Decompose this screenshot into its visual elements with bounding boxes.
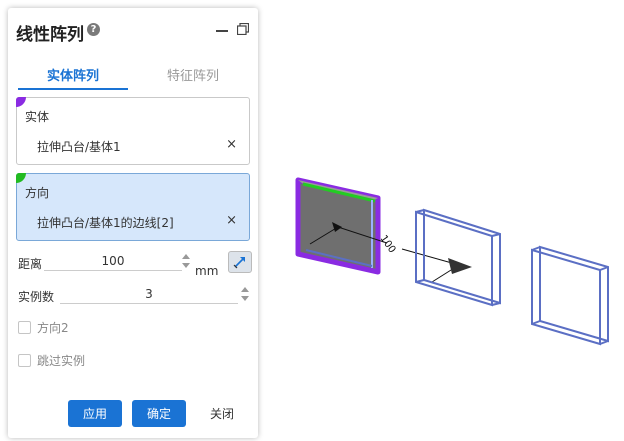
reverse-arrow-icon (233, 257, 245, 269)
bodies-label: 实体 (25, 110, 50, 124)
pattern-instance-preview (415, 208, 501, 307)
instances-stepper[interactable] (240, 285, 250, 303)
bodies-color-marker (16, 97, 26, 107)
remove-body-button[interactable]: × (226, 137, 237, 152)
direction-color-marker (16, 173, 26, 183)
ok-button[interactable]: 确定 (132, 400, 186, 427)
distance-unit: mm (195, 264, 219, 278)
instances-label: 实例数 (18, 290, 55, 304)
direction-selected-item[interactable]: 拉伸凸台/基体1的边线[2] (37, 214, 174, 231)
bodies-selected-item[interactable]: 拉伸凸台/基体1 (37, 138, 121, 155)
instances-input[interactable] (60, 285, 238, 304)
panel-title: 线性阵列 (16, 25, 84, 45)
direction-arrow-icon[interactable] (448, 258, 472, 274)
skip-instances-label: 跳过实例 (37, 354, 86, 368)
pattern-instance-preview (531, 245, 609, 346)
direction2-checkbox[interactable] (18, 321, 31, 334)
reverse-direction-button[interactable] (228, 251, 252, 273)
distance-label: 距离 (18, 257, 43, 271)
linear-pattern-panel: 线性阵列 ? 实体阵列 特征阵列 实体 拉伸凸台/基体1 × 方向 拉伸凸台/基… (8, 8, 258, 438)
close-button[interactable]: 关闭 (195, 400, 249, 427)
minimize-icon[interactable] (216, 30, 228, 32)
bodies-selection-box[interactable]: 实体 拉伸凸台/基体1 × (16, 97, 250, 165)
active-tab-indicator (18, 88, 128, 90)
restore-window-icon[interactable] (237, 23, 249, 35)
remove-direction-button[interactable]: × (226, 213, 237, 228)
direction-label: 方向 (25, 186, 50, 200)
tab-feature-pattern[interactable]: 特征阵列 (138, 65, 248, 84)
skip-instances-checkbox[interactable] (18, 354, 31, 367)
distance-input[interactable] (44, 252, 182, 271)
distance-stepper[interactable] (181, 252, 191, 270)
dimension-label: 100 (378, 233, 398, 255)
apply-button[interactable]: 应用 (68, 400, 122, 427)
3d-viewport[interactable]: 100 (262, 0, 624, 441)
direction-selection-box[interactable]: 方向 拉伸凸台/基体1的边线[2] × (16, 173, 250, 241)
tab-solid-pattern[interactable]: 实体阵列 (18, 65, 128, 84)
help-icon[interactable]: ? (87, 23, 100, 36)
direction2-label: 方向2 (37, 321, 69, 335)
